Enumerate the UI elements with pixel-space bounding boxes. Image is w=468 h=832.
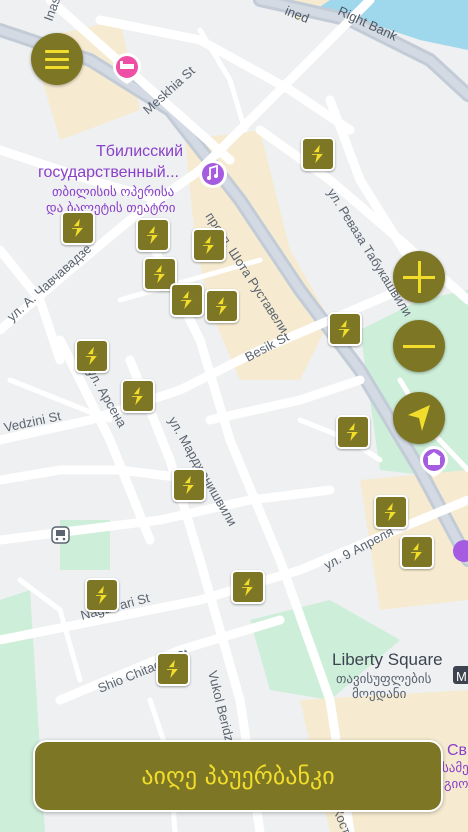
- powerbank-station-marker[interactable]: [231, 570, 265, 604]
- powerbank-station-marker[interactable]: [61, 211, 95, 245]
- my-location-button[interactable]: [393, 392, 445, 444]
- lightning-bolt-icon: [239, 577, 257, 597]
- lightning-bolt-icon: [382, 502, 400, 522]
- lightning-bolt-icon: [408, 542, 426, 562]
- opera-name-ka-line1: თბილისის ოპერისა: [52, 184, 174, 200]
- lightning-bolt-icon: [309, 144, 327, 164]
- lightning-bolt-icon: [83, 346, 101, 366]
- powerbank-station-marker[interactable]: [170, 283, 204, 317]
- zoom-in-button[interactable]: [393, 251, 445, 303]
- right-place-name-partial: Св: [447, 742, 467, 759]
- powerbank-station-marker[interactable]: [400, 535, 434, 569]
- powerbank-station-marker[interactable]: [301, 137, 335, 171]
- navigation-arrow-icon: [408, 405, 430, 431]
- svg-text:M: M: [456, 669, 467, 684]
- hamburger-menu-icon: [45, 50, 69, 69]
- powerbank-station-marker[interactable]: [205, 289, 239, 323]
- liberty-square-name-ka-line1: თავისუფლების: [336, 671, 432, 687]
- plus-icon: [403, 261, 435, 293]
- lightning-bolt-icon: [344, 422, 362, 442]
- liberty-square-name-ka-line2: მოედანი: [352, 686, 407, 702]
- get-powerbank-button[interactable]: აიღე პაუერბანკი: [33, 740, 443, 812]
- powerbank-station-marker[interactable]: [75, 339, 109, 373]
- zoom-out-button[interactable]: [393, 320, 445, 372]
- powerbank-station-marker[interactable]: [336, 415, 370, 449]
- liberty-square-name: Liberty Square: [332, 650, 443, 669]
- powerbank-station-marker[interactable]: [136, 218, 170, 252]
- lightning-bolt-icon: [213, 296, 231, 316]
- right-place-name-ka-partial-2: გიორ: [444, 776, 468, 792]
- lightning-bolt-icon: [129, 386, 147, 406]
- powerbank-station-marker[interactable]: [121, 379, 155, 413]
- right-place-name-ka-partial-1: სამე: [442, 760, 468, 776]
- metro-icon[interactable]: M: [453, 666, 468, 684]
- lightning-bolt-icon: [144, 225, 162, 245]
- music-venue-icon[interactable]: [199, 160, 227, 188]
- powerbank-station-marker[interactable]: [192, 228, 226, 262]
- powerbank-station-marker[interactable]: [156, 652, 190, 686]
- powerbank-station-marker[interactable]: [85, 578, 119, 612]
- powerbank-station-marker[interactable]: [374, 495, 408, 529]
- powerbank-station-marker[interactable]: [328, 312, 362, 346]
- get-powerbank-label: აიღე პაუერბანკი: [141, 762, 335, 790]
- lightning-bolt-icon: [180, 475, 198, 495]
- bus-stop-icon[interactable]: [51, 526, 70, 544]
- lightning-bolt-icon: [164, 659, 182, 679]
- opera-name-ru-line2: государственный...: [38, 164, 179, 181]
- lightning-bolt-icon: [178, 290, 196, 310]
- minus-icon: [403, 345, 435, 348]
- menu-button[interactable]: [31, 33, 83, 85]
- powerbank-station-marker[interactable]: [172, 468, 206, 502]
- lightning-bolt-icon: [93, 585, 111, 605]
- lightning-bolt-icon: [151, 264, 169, 284]
- opera-name-ru-line1: Тбилисский: [96, 143, 183, 160]
- lightning-bolt-icon: [336, 319, 354, 339]
- lightning-bolt-icon: [69, 218, 87, 238]
- lightning-bolt-icon: [200, 235, 218, 255]
